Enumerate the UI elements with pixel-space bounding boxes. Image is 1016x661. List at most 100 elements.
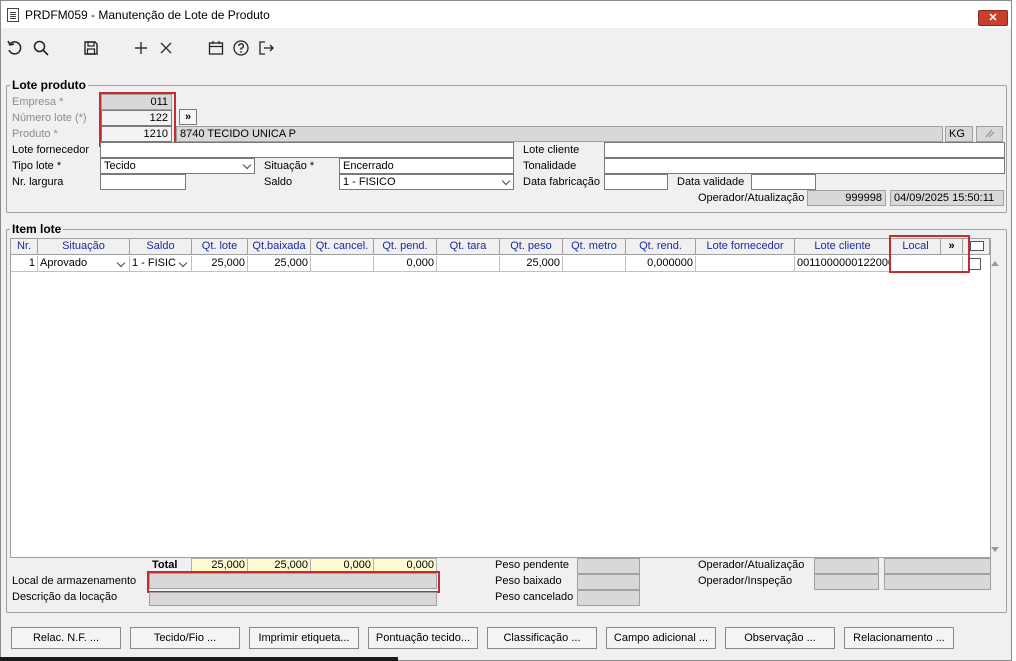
cell-qt-lote[interactable]: 25,000 <box>192 256 248 272</box>
main-window: PRDFM059 - Manutenção de Lote de Produto… <box>0 0 1012 661</box>
item-operador-atualizacao-field <box>814 558 879 574</box>
help-icon[interactable] <box>231 38 251 58</box>
column-header-local[interactable]: Local <box>891 239 941 255</box>
item-atualizacao-field <box>884 558 991 574</box>
calendar-icon[interactable] <box>206 38 226 58</box>
tonalidade-label: Tonalidade <box>523 160 577 172</box>
cell-local[interactable] <box>891 256 963 272</box>
tecido-fio-button[interactable]: Tecido/Fio ... <box>130 627 240 649</box>
column-header-nr[interactable]: Nr. <box>11 239 38 255</box>
column-header-qt-pend[interactable]: Qt. pend. <box>374 239 437 255</box>
numero-lote-field[interactable]: 122 <box>101 110 172 126</box>
saldo-label: Saldo <box>264 176 293 188</box>
data-validade-field[interactable] <box>751 174 816 190</box>
total-qt-lote: 25,000 <box>191 558 248 572</box>
column-header-situacao[interactable]: Situação <box>38 239 130 255</box>
close-button[interactable]: ✕ <box>978 10 1008 26</box>
add-icon[interactable] <box>131 38 151 58</box>
column-header-qt-rend[interactable]: Qt. rend. <box>626 239 696 255</box>
relac-nf-button[interactable]: Relac. N.F. ... <box>11 627 121 649</box>
tonalidade-field[interactable] <box>604 158 1005 174</box>
column-header-saldo[interactable]: Saldo <box>130 239 192 255</box>
total-label: Total <box>152 559 178 571</box>
total-qt-baixada: 25,000 <box>247 558 311 572</box>
peso-cancelado-field <box>577 590 640 606</box>
cell-saldo[interactable]: 1 - FISIC <box>130 256 192 272</box>
item-lote-grid[interactable]: Nr. Situação Saldo Qt. lote Qt.baixada Q… <box>10 238 999 558</box>
cell-lote-cliente[interactable]: 0011000000122000 <box>795 256 891 272</box>
classificacao-button[interactable]: Classificação ... <box>487 627 597 649</box>
peso-cancelado-label: Peso cancelado <box>495 591 574 603</box>
item-operador-atualizacao-label: Operador/Atualização <box>698 559 805 571</box>
scroll-up-icon[interactable] <box>991 261 999 266</box>
relacionamento-button[interactable]: Relacionamento ... <box>844 627 954 649</box>
lote-produto-title: Lote produto <box>10 78 88 92</box>
column-header-lote-fornecedor[interactable]: Lote fornecedor <box>696 239 795 255</box>
lookup-icon <box>985 129 995 138</box>
unidade-field: KG <box>945 126 973 142</box>
situacao-label: Situação * <box>264 160 315 172</box>
cell-qt-rend[interactable]: 0,000000 <box>626 256 696 272</box>
pontuacao-tecido-button[interactable]: Pontuação tecido... <box>368 627 478 649</box>
column-header-qt-peso[interactable]: Qt. peso <box>500 239 563 255</box>
item-lote-title: Item lote <box>10 222 64 236</box>
search-icon[interactable] <box>31 38 51 58</box>
cell-situacao[interactable]: Aprovado <box>38 256 130 272</box>
cell-qt-baixada[interactable]: 25,000 <box>248 256 311 272</box>
window-title: PRDFM059 - Manutenção de Lote de Produto <box>25 7 270 22</box>
cell-qt-cancel[interactable] <box>311 256 374 272</box>
empresa-label: Empresa * <box>12 96 64 108</box>
operador-atualizacao-label: Operador/Atualização <box>698 192 805 204</box>
cell-qt-peso[interactable]: 25,000 <box>500 256 563 272</box>
delete-icon[interactable] <box>156 38 176 58</box>
situacao-field[interactable]: Encerrado <box>339 158 514 174</box>
select-all-checkbox[interactable] <box>970 241 984 251</box>
numero-lote-label: Número lote (*) <box>12 112 87 124</box>
item-operador-inspecao-field <box>814 574 879 590</box>
produto-field[interactable]: 1210 <box>101 126 172 142</box>
save-icon[interactable] <box>81 38 101 58</box>
column-header-qt-lote[interactable]: Qt. lote <box>192 239 248 255</box>
saldo-select[interactable]: 1 - FISICO <box>339 174 514 190</box>
data-fabricacao-field[interactable] <box>604 174 668 190</box>
cell-nr[interactable]: 1 <box>11 256 38 272</box>
column-header-qt-tara[interactable]: Qt. tara <box>437 239 500 255</box>
unidade-lookup-button[interactable] <box>976 126 1003 142</box>
cell-qt-metro[interactable] <box>563 256 626 272</box>
scroll-down-icon[interactable] <box>991 547 999 552</box>
cell-qt-pend[interactable]: 0,000 <box>374 256 437 272</box>
undo-icon[interactable] <box>5 38 25 58</box>
cell-lote-fornecedor[interactable] <box>696 256 795 272</box>
tipo-lote-select[interactable]: Tecido <box>100 158 255 174</box>
cell-qt-tara[interactable] <box>437 256 500 272</box>
operador-field: 999998 <box>807 190 886 206</box>
descricao-locacao-field <box>149 592 437 606</box>
produto-label: Produto * <box>12 128 58 140</box>
lote-fornecedor-field[interactable] <box>100 142 514 158</box>
lote-cliente-label: Lote cliente <box>523 144 580 156</box>
observacao-button[interactable]: Observação ... <box>725 627 835 649</box>
app-icon <box>7 7 19 22</box>
peso-pendente-label: Peso pendente <box>495 559 570 571</box>
nr-largura-field[interactable] <box>100 174 186 190</box>
total-qt-pend: 0,000 <box>373 558 437 572</box>
data-validade-label: Data validade <box>677 176 745 188</box>
column-expand-button[interactable]: » <box>941 239 963 255</box>
peso-pendente-field <box>577 558 640 574</box>
exit-icon[interactable] <box>256 38 276 58</box>
nr-largura-label: Nr. largura <box>12 176 64 188</box>
local-armazenamento-field <box>149 573 437 589</box>
column-header-qt-metro[interactable]: Qt. metro <box>563 239 626 255</box>
column-header-qt-baixada[interactable]: Qt.baixada <box>248 239 311 255</box>
row-select-checkbox[interactable] <box>969 258 981 270</box>
item-operador-inspecao-label: Operador/Inspeção <box>698 575 793 587</box>
lote-fornecedor-label: Lote fornecedor <box>12 144 90 156</box>
campo-adicional-button[interactable]: Campo adicional ... <box>606 627 716 649</box>
numero-lote-expand-button[interactable]: » <box>179 109 197 125</box>
lote-cliente-field[interactable] <box>604 142 1005 158</box>
imprimir-etiqueta-button[interactable]: Imprimir etiqueta... <box>249 627 359 649</box>
produto-description: 8740 TECIDO UNICA P <box>176 126 943 142</box>
column-header-select[interactable] <box>963 239 990 255</box>
column-header-qt-cancel[interactable]: Qt. cancel. <box>311 239 374 255</box>
column-header-lote-cliente[interactable]: Lote cliente <box>795 239 891 255</box>
